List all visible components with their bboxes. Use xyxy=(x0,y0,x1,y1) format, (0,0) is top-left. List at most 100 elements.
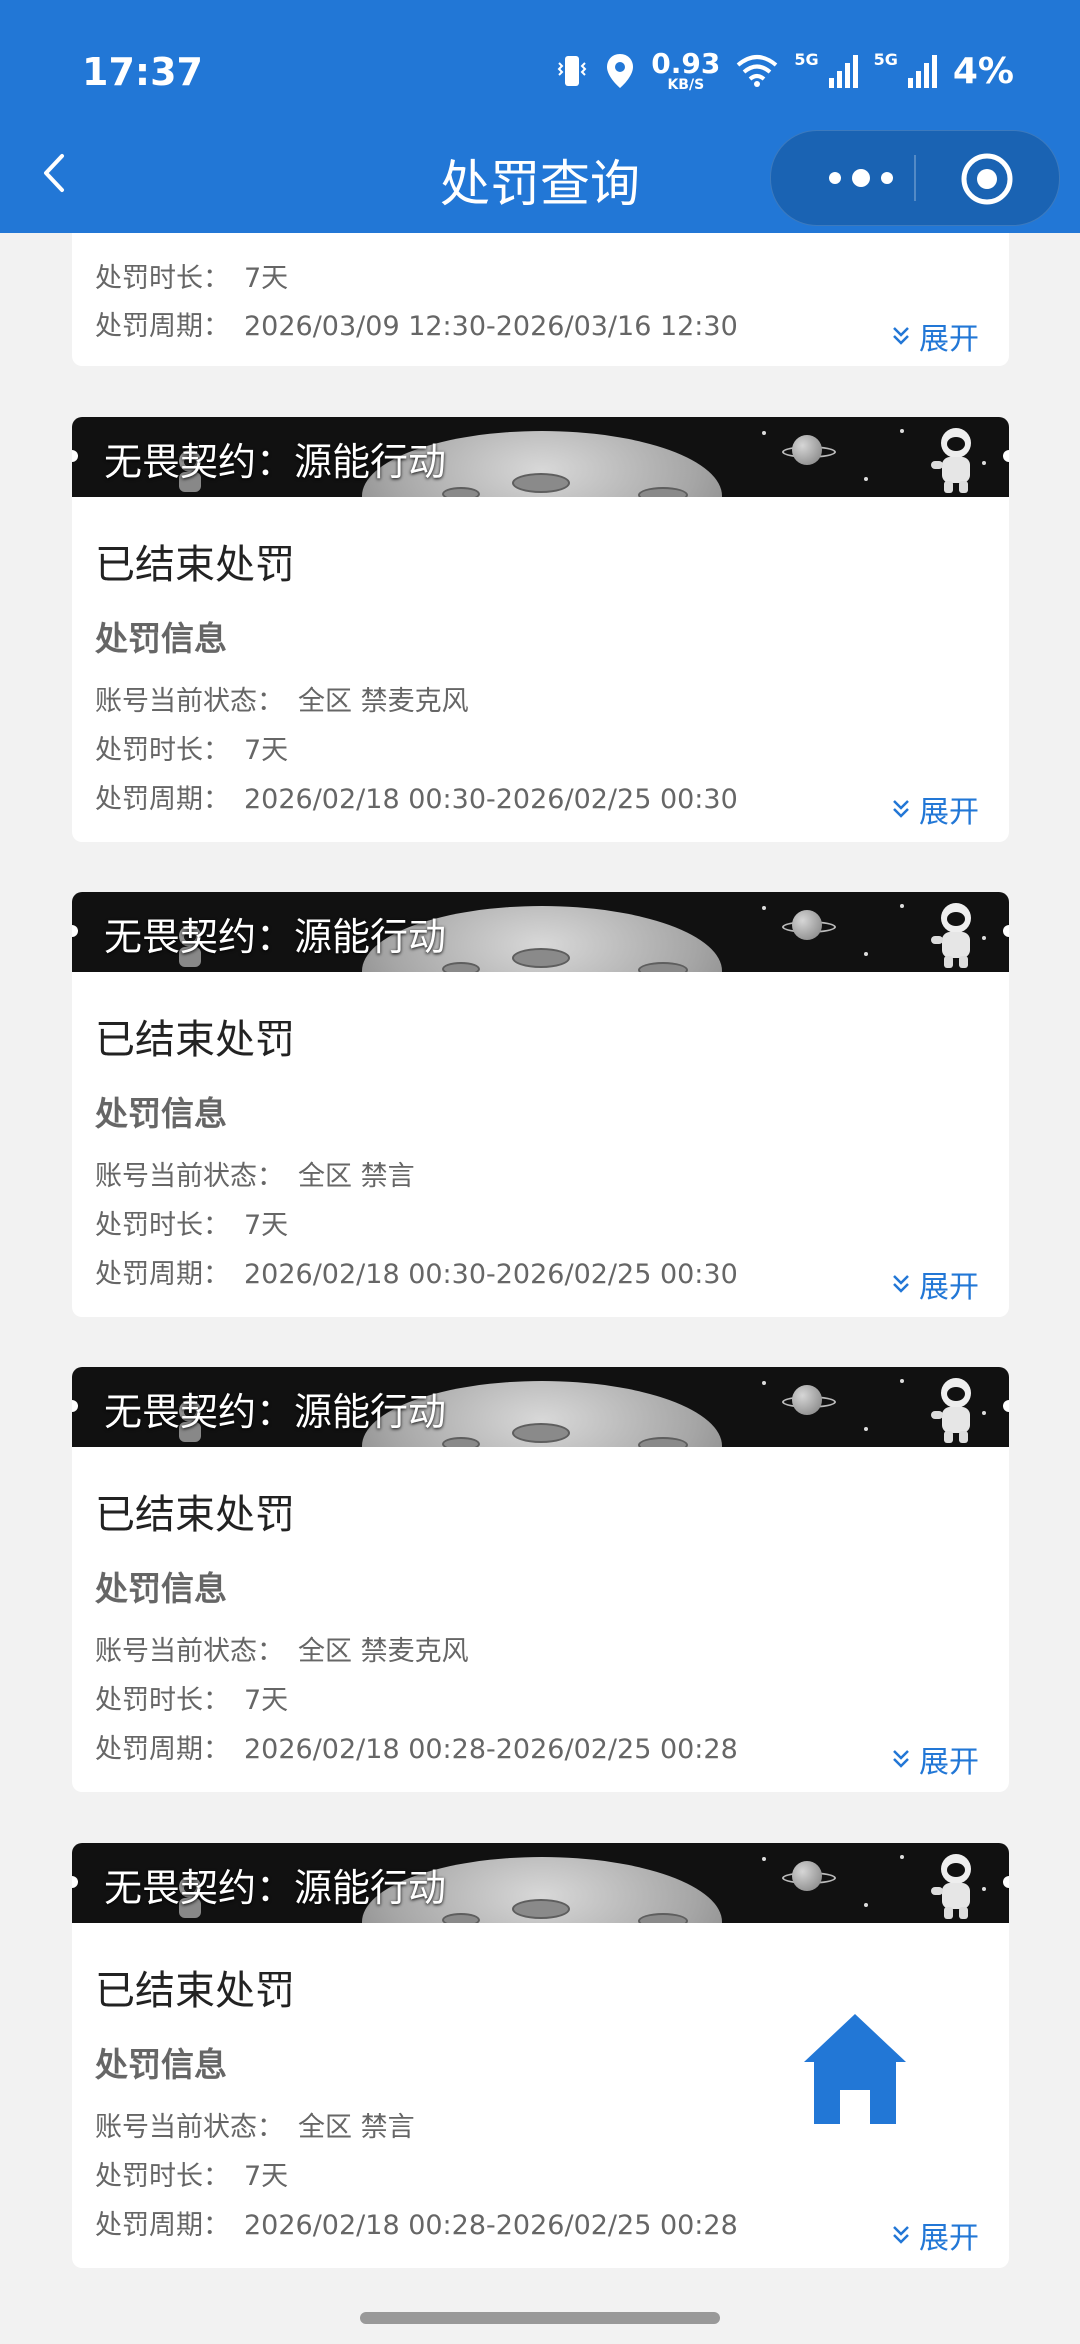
planet-icon xyxy=(792,910,822,940)
penalty-status: 已结束处罚 xyxy=(95,1017,295,1063)
expand-button[interactable]: 展开 xyxy=(891,2213,979,2257)
location-icon xyxy=(607,54,634,88)
astronaut-icon xyxy=(931,428,971,493)
star xyxy=(982,936,986,940)
expand-label: 展开 xyxy=(919,795,979,830)
duration-value: 7天 xyxy=(244,2161,289,2192)
expand-label: 展开 xyxy=(919,2221,979,2256)
game-title: 无畏契约：源能行动 xyxy=(104,440,447,484)
duration-row: 处罚时长： 7天 xyxy=(95,2154,288,2193)
crater xyxy=(638,487,688,497)
duration-value: 7天 xyxy=(244,735,289,766)
expand-button[interactable]: 展开 xyxy=(891,1262,979,1306)
period-value: 2026/02/18 00:30-2026/02/25 00:30 xyxy=(244,1259,738,1290)
duration-value: 7天 xyxy=(244,1685,289,1716)
period-row: 处罚周期： 2026/02/18 00:30-2026/02/25 00:30 xyxy=(95,1252,738,1291)
game-banner: 无畏契约：源能行动 xyxy=(72,892,1009,972)
section-heading: 处罚信息 xyxy=(95,1569,227,1608)
account-status-row: 账号当前状态： 全区 禁麦克风 xyxy=(95,1629,469,1668)
double-chevron-down-icon xyxy=(893,1750,909,1768)
account-status-label: 账号当前状态： xyxy=(95,686,284,717)
crater xyxy=(442,1913,480,1923)
game-banner: 无畏契约：源能行动 xyxy=(72,1367,1009,1447)
status-time: 17:37 xyxy=(82,50,203,94)
account-status-row: 账号当前状态： 全区 禁麦克风 xyxy=(95,679,469,718)
period-label: 处罚周期： xyxy=(95,1259,230,1290)
ticket-notch-right xyxy=(1003,925,1009,937)
game-title: 无畏契约：源能行动 xyxy=(104,1390,447,1434)
duration-label: 处罚时长： xyxy=(95,263,230,294)
account-status-row: 账号当前状态： 全区 禁言 xyxy=(95,1154,415,1193)
more-dots-icon[interactable] xyxy=(811,131,911,225)
planet-icon xyxy=(792,435,822,465)
duration-label: 处罚时长： xyxy=(95,735,230,766)
wifi-icon xyxy=(737,55,778,87)
crater xyxy=(512,948,570,968)
period-value: 2026/02/18 00:28-2026/02/25 00:28 xyxy=(244,1734,738,1765)
duration-row: 处罚时长： 7天 xyxy=(95,1678,288,1717)
speed-unit: KB/S xyxy=(667,77,705,93)
ticket-notch-right xyxy=(1003,1400,1009,1412)
period-value: 2026/02/18 00:30-2026/02/25 00:30 xyxy=(244,784,738,815)
penalty-status: 已结束处罚 xyxy=(95,1968,295,2014)
expand-button[interactable]: 展开 xyxy=(891,787,979,831)
ticket-notch-right xyxy=(1003,450,1009,462)
star xyxy=(762,906,766,910)
star xyxy=(900,429,904,433)
duration-label: 处罚时长： xyxy=(95,1685,230,1716)
signal-icon-2 xyxy=(907,54,937,88)
double-chevron-down-icon xyxy=(893,2226,909,2244)
duration-row: 处罚时长： 7天 xyxy=(95,256,288,295)
star xyxy=(982,1411,986,1415)
period-row: 处罚周期： 2026/03/09 12:30-2026/03/16 12:30 xyxy=(95,304,738,343)
account-status-value: 全区 禁麦克风 xyxy=(298,686,469,717)
status-icons: 0.93 KB/S 5G 5G 4% xyxy=(555,50,1014,92)
star xyxy=(900,1855,904,1859)
period-value: 2026/02/18 00:28-2026/02/25 00:28 xyxy=(244,2210,738,2241)
crater xyxy=(512,473,570,493)
status-bar: 17:37 0.93 KB/S 5G 5G 4% xyxy=(0,40,1080,110)
account-status-label: 账号当前状态： xyxy=(95,2112,284,2143)
star xyxy=(762,1381,766,1385)
expand-label: 展开 xyxy=(919,1270,979,1305)
home-icon[interactable] xyxy=(800,2010,910,2128)
penalty-status: 已结束处罚 xyxy=(95,542,295,588)
star xyxy=(900,1379,904,1383)
crater xyxy=(442,487,480,497)
planet-icon xyxy=(792,1385,822,1415)
period-label: 处罚周期： xyxy=(95,311,230,342)
crater xyxy=(638,1913,688,1923)
star xyxy=(762,431,766,435)
double-chevron-down-icon xyxy=(893,1275,909,1293)
penalty-card: 无畏契约：源能行动 已结束处罚 处罚信息 账号当前状态： 全区 禁麦克风 处罚时长… xyxy=(72,1367,1009,1792)
ticket-notch-left xyxy=(72,1400,78,1412)
nav-bar: 处罚查询 xyxy=(0,130,1080,226)
period-row: 处罚周期： 2026/02/18 00:28-2026/02/25 00:28 xyxy=(95,2203,738,2242)
section-heading: 处罚信息 xyxy=(95,1094,227,1133)
star xyxy=(864,1427,868,1431)
duration-label: 处罚时长： xyxy=(95,1210,230,1241)
expand-label: 展开 xyxy=(919,1745,979,1780)
duration-label: 处罚时长： xyxy=(95,2161,230,2192)
target-circle-icon[interactable] xyxy=(959,151,1015,207)
double-chevron-down-icon xyxy=(893,800,909,818)
duration-row: 处罚时长： 7天 xyxy=(95,1203,288,1242)
star xyxy=(864,477,868,481)
account-status-label: 账号当前状态： xyxy=(95,1636,284,1667)
duration-row: 处罚时长： 7天 xyxy=(95,728,288,767)
double-chevron-down-icon xyxy=(893,327,909,345)
battery-level: 4% xyxy=(952,50,1014,92)
signal-icon xyxy=(828,54,858,88)
section-heading: 处罚信息 xyxy=(95,619,227,658)
crater xyxy=(442,962,480,972)
vibrate-icon xyxy=(557,56,587,86)
speed-value: 0.93 xyxy=(651,47,721,80)
crater xyxy=(512,1899,570,1919)
period-label: 处罚周期： xyxy=(95,2210,230,2241)
account-status-value: 全区 禁言 xyxy=(298,1161,415,1192)
gesture-bar[interactable] xyxy=(360,2312,720,2324)
expand-button[interactable]: 展开 xyxy=(891,314,979,358)
expand-button[interactable]: 展开 xyxy=(891,1737,979,1781)
expand-label: 展开 xyxy=(919,322,979,357)
account-status-label: 账号当前状态： xyxy=(95,1161,284,1192)
